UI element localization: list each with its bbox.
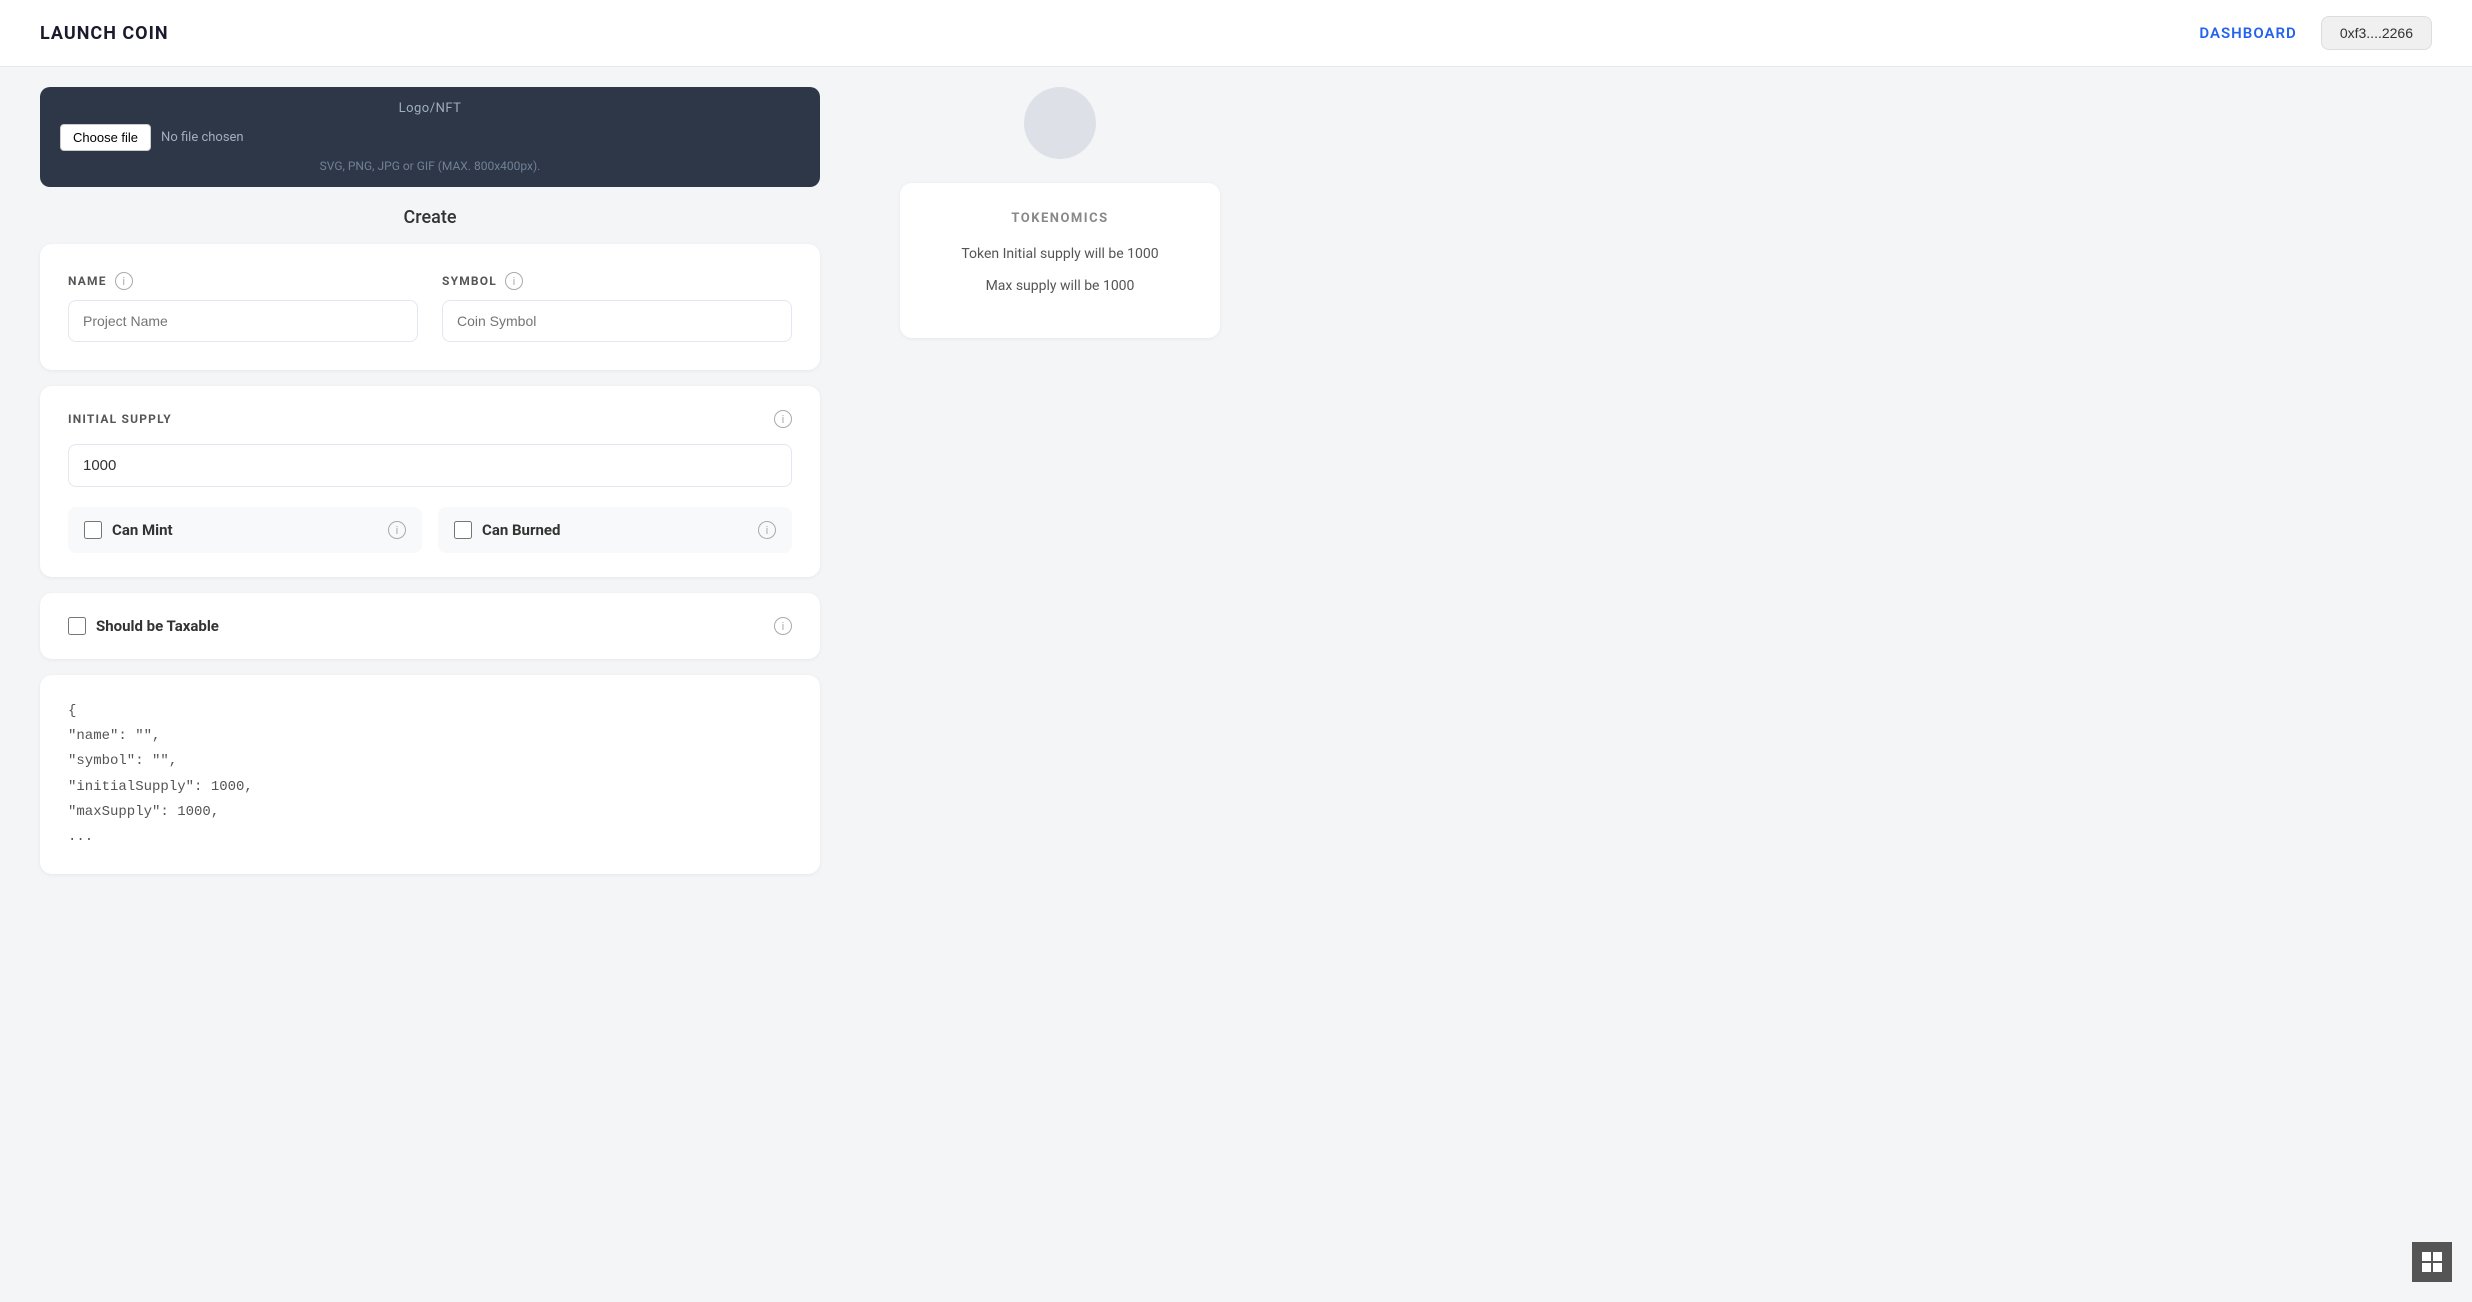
grid-icon-button[interactable] — [2412, 1242, 2452, 1282]
symbol-label-row: SYMBOL i — [442, 272, 792, 290]
can-mint-label: Can Mint — [112, 521, 173, 539]
symbol-label: SYMBOL — [442, 274, 497, 288]
tokenomics-initial-supply: Token Initial supply will be 1000 — [924, 246, 1196, 262]
grid-icon — [2422, 1252, 2442, 1272]
can-burned-left: Can Burned — [454, 521, 560, 539]
can-burned-label: Can Burned — [482, 521, 560, 539]
symbol-group: SYMBOL i — [442, 272, 792, 342]
supply-card: INITIAL SUPPLY i Can Mint i Can Burned — [40, 386, 820, 577]
upload-section: Logo/NFT Choose file No file chosen SVG,… — [40, 87, 820, 187]
symbol-info-icon[interactable]: i — [505, 272, 523, 290]
file-type-hint: SVG, PNG, JPG or GIF (MAX. 800x400px). — [60, 159, 800, 173]
app-title: LAUNCH COIN — [40, 23, 169, 44]
json-line-6: ... — [68, 825, 792, 850]
json-line-1: { — [68, 699, 792, 724]
taxable-card: Should be Taxable i — [40, 593, 820, 659]
file-input-row: Choose file No file chosen — [60, 124, 800, 151]
left-panel: Logo/NFT Choose file No file chosen SVG,… — [0, 67, 860, 930]
can-mint-checkbox[interactable] — [84, 521, 102, 539]
create-title: Create — [40, 207, 820, 228]
json-line-3: "symbol": "", — [68, 749, 792, 774]
avatar — [1024, 87, 1096, 159]
tokenomics-card: TOKENOMICS Token Initial supply will be … — [900, 183, 1220, 338]
taxable-left: Should be Taxable — [68, 617, 219, 635]
checkbox-row: Can Mint i Can Burned i — [68, 507, 792, 553]
json-preview: { "name": "", "symbol": "", "initialSupp… — [40, 675, 820, 874]
dashboard-link[interactable]: DASHBOARD — [2199, 24, 2296, 42]
grid-cell-4 — [2433, 1263, 2442, 1272]
no-file-text: No file chosen — [161, 130, 244, 145]
supply-label: INITIAL SUPPLY — [68, 412, 172, 426]
upload-label: Logo/NFT — [60, 101, 800, 116]
grid-cell-1 — [2422, 1252, 2431, 1261]
can-burned-checkbox[interactable] — [454, 521, 472, 539]
name-label: NAME — [68, 274, 107, 288]
supply-header: INITIAL SUPPLY i — [68, 410, 792, 428]
symbol-input[interactable] — [442, 300, 792, 342]
can-mint-group: Can Mint i — [68, 507, 422, 553]
wallet-button[interactable]: 0xf3....2266 — [2321, 16, 2432, 50]
tokenomics-title: TOKENOMICS — [924, 211, 1196, 226]
tokenomics-max-supply: Max supply will be 1000 — [924, 278, 1196, 294]
name-input[interactable] — [68, 300, 418, 342]
json-line-2: "name": "", — [68, 724, 792, 749]
right-panel: TOKENOMICS Token Initial supply will be … — [860, 67, 1260, 930]
supply-info-icon[interactable]: i — [774, 410, 792, 428]
grid-cell-2 — [2433, 1252, 2442, 1261]
main-container: Logo/NFT Choose file No file chosen SVG,… — [0, 67, 2472, 930]
can-burned-info-icon[interactable]: i — [758, 521, 776, 539]
name-group: NAME i — [68, 272, 418, 342]
can-mint-left: Can Mint — [84, 521, 173, 539]
name-label-row: NAME i — [68, 272, 418, 290]
taxable-checkbox[interactable] — [68, 617, 86, 635]
taxable-row: Should be Taxable i — [68, 617, 792, 635]
name-info-icon[interactable]: i — [115, 272, 133, 290]
json-line-5: "maxSupply": 1000, — [68, 800, 792, 825]
grid-cell-3 — [2422, 1263, 2431, 1272]
can-burned-group: Can Burned i — [438, 507, 792, 553]
choose-file-button[interactable]: Choose file — [60, 124, 151, 151]
supply-input[interactable] — [68, 444, 792, 487]
can-mint-info-icon[interactable]: i — [388, 521, 406, 539]
header: LAUNCH COIN DASHBOARD 0xf3....2266 — [0, 0, 2472, 67]
header-right: DASHBOARD 0xf3....2266 — [2199, 16, 2432, 50]
taxable-info-icon[interactable]: i — [774, 617, 792, 635]
name-symbol-row: NAME i SYMBOL i — [68, 272, 792, 342]
taxable-label: Should be Taxable — [96, 617, 219, 635]
name-symbol-card: NAME i SYMBOL i — [40, 244, 820, 370]
json-line-4: "initialSupply": 1000, — [68, 775, 792, 800]
